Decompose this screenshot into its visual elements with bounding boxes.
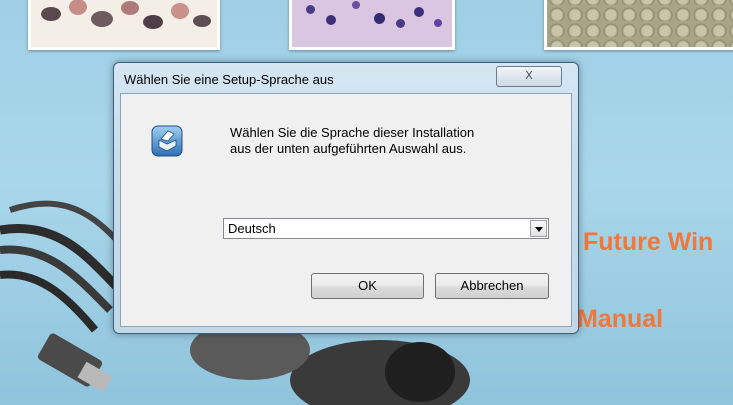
close-icon: X — [525, 69, 533, 82]
dialog-message: Wählen Sie die Sprache dieser Installati… — [230, 125, 560, 157]
language-dialog: Wählen Sie eine Setup-Sprache aus X Wähl… — [113, 62, 579, 334]
sample-image-2 — [289, 0, 455, 50]
dialog-content: Wählen Sie die Sprache dieser Installati… — [120, 93, 572, 327]
ok-button[interactable]: OK — [311, 273, 424, 299]
message-line-2: aus der unten aufgeführten Auswahl aus. — [230, 141, 467, 156]
close-button[interactable]: X — [496, 66, 562, 87]
background-heading: Future Win — [583, 228, 714, 256]
sample-image-1 — [28, 0, 220, 50]
dialog-title: Wählen Sie eine Setup-Sprache aus — [124, 72, 334, 87]
sample-image-3 — [544, 0, 733, 50]
chevron-down-icon[interactable] — [530, 220, 547, 237]
language-dropdown-value: Deutsch — [228, 221, 276, 236]
background-subheading: Manual — [577, 305, 664, 333]
message-line-1: Wählen Sie die Sprache dieser Installati… — [230, 125, 475, 140]
cancel-button[interactable]: Abbrechen — [435, 273, 549, 299]
dialog-titlebar[interactable]: Wählen Sie eine Setup-Sprache aus X — [114, 63, 578, 95]
setup-package-icon — [151, 125, 183, 157]
language-dropdown[interactable]: Deutsch — [223, 218, 549, 239]
